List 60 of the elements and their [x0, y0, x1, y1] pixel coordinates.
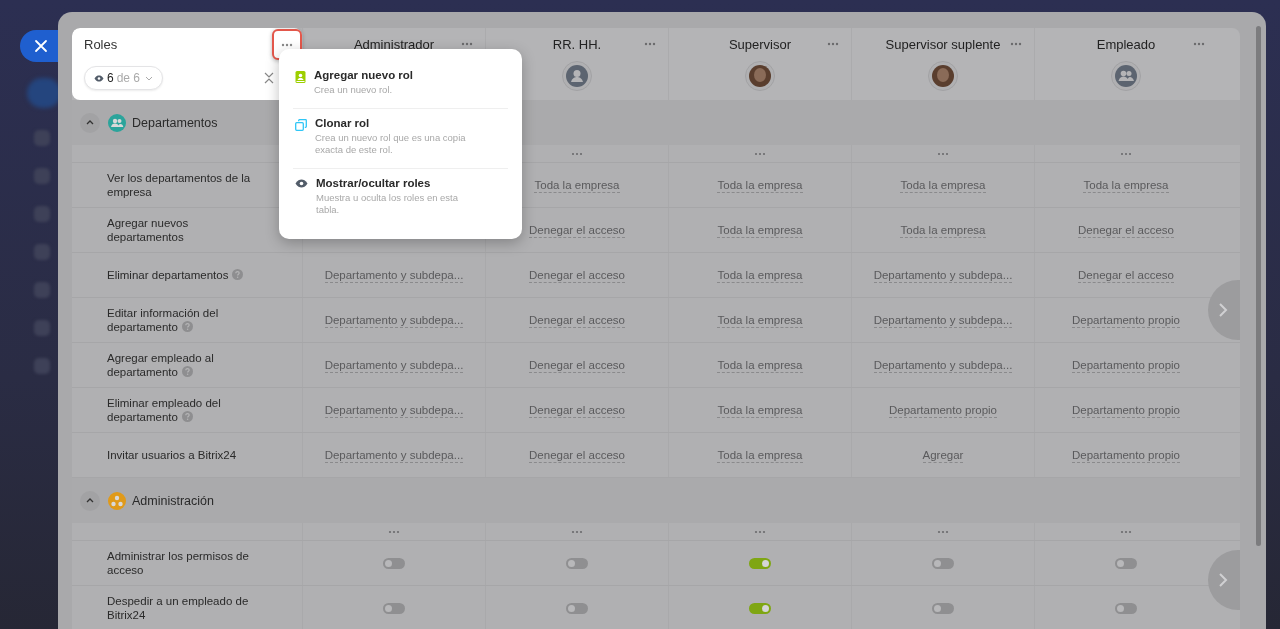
- menu-item-description: Crea un nuevo rol.: [314, 84, 394, 96]
- role-name: Supervisor suplente: [885, 36, 1001, 52]
- access-level-link[interactable]: Toda la empresa: [900, 222, 986, 238]
- access-level-link[interactable]: Denegar el acceso: [529, 312, 625, 328]
- role-name: Supervisor: [728, 36, 792, 52]
- access-level-link[interactable]: Denegar el acceso: [529, 447, 625, 463]
- menu-item-title: Mostrar/ocultar roles: [316, 177, 432, 189]
- roles-title: Roles: [84, 36, 118, 52]
- access-level-link[interactable]: Toda la empresa: [717, 222, 803, 238]
- permission-label: Eliminar empleado del departamento: [107, 396, 222, 424]
- permission-label: Agregar empleado al departamento: [107, 351, 215, 379]
- menu-item-title: Clonar rol: [315, 117, 371, 129]
- access-level-link[interactable]: Departamento y subdepa...: [873, 357, 1013, 373]
- access-level-link[interactable]: Agregar: [922, 447, 964, 463]
- access-level-link[interactable]: Denegar el acceso: [1078, 267, 1174, 283]
- permission-label: Agregar nuevos departamentos: [107, 216, 190, 244]
- access-level-link[interactable]: Denegar el acceso: [529, 357, 625, 373]
- access-level-link[interactable]: Departamento y subdepa...: [324, 357, 464, 373]
- access-level-link[interactable]: Departamento propio: [888, 402, 997, 418]
- access-level-link[interactable]: Toda la empresa: [900, 177, 986, 193]
- access-level-link[interactable]: Toda la empresa: [717, 177, 803, 193]
- permission-label: Invitar usuarios a Bitrix24: [107, 448, 238, 462]
- access-level-link[interactable]: Departamento y subdepa...: [324, 402, 464, 418]
- visible-roles-filter[interactable]: 6 de 6: [84, 66, 164, 90]
- access-level-link[interactable]: Departamento y subdepa...: [873, 312, 1013, 328]
- role-name: RR. HH.: [552, 36, 602, 52]
- permission-label: Eliminar departamentos: [107, 268, 267, 282]
- access-level-link[interactable]: Toda la empresa: [717, 267, 803, 283]
- access-level-link[interactable]: Denegar el acceso: [529, 267, 625, 283]
- access-level-link[interactable]: Toda la empresa: [1083, 177, 1169, 193]
- access-level-link[interactable]: Toda la empresa: [717, 447, 803, 463]
- menu-item-description: Crea un nuevo rol que es una copia exacta de este rol.: [315, 132, 467, 156]
- permission-label: Ver los departamentos de la empresa: [107, 171, 252, 199]
- access-level-link[interactable]: Toda la empresa: [717, 357, 803, 373]
- menu-item[interactable]: Mostrar/ocultar roles Muestra u oculta los roles en esta tabla.: [293, 169, 508, 228]
- permission-label: Editar información del departamento: [107, 306, 220, 334]
- access-level-link[interactable]: Departamento propio: [1071, 357, 1180, 373]
- access-level-link[interactable]: Toda la empresa: [534, 177, 620, 193]
- menu-item-title: Agregar nuevo rol: [314, 69, 415, 81]
- section-title: Departamentos: [132, 115, 218, 130]
- menu-item-description: Muestra u oculta los roles en esta tabla.: [316, 192, 460, 216]
- access-level-link[interactable]: Departamento y subdepa...: [324, 447, 464, 463]
- access-level-link[interactable]: Departamento y subdepa...: [324, 267, 464, 283]
- access-level-link[interactable]: Departamento y subdepa...: [324, 312, 464, 328]
- access-level-link[interactable]: Toda la empresa: [717, 312, 803, 328]
- access-level-link[interactable]: Toda la empresa: [717, 402, 803, 418]
- access-level-link[interactable]: Departamento propio: [1071, 312, 1180, 328]
- access-level-link[interactable]: Denegar el acceso: [529, 222, 625, 238]
- menu-item[interactable]: Clonar rol Crea un nuevo rol que es una copia exacta de este rol.: [293, 109, 508, 169]
- access-level-link[interactable]: Departamento propio: [1071, 447, 1180, 463]
- access-level-link[interactable]: Departamento propio: [1071, 402, 1180, 418]
- section-title: Administración: [132, 493, 214, 508]
- access-level-link[interactable]: Denegar el acceso: [529, 402, 625, 418]
- role-name: Empleado: [1096, 36, 1156, 52]
- menu-item[interactable]: Agregar nuevo rol Crea un nuevo rol.: [293, 61, 508, 109]
- role-name: Administrador: [353, 36, 435, 52]
- permission-label: Administrar los permisos de acceso: [107, 549, 250, 577]
- access-level-link[interactable]: Denegar el acceso: [1078, 222, 1174, 238]
- access-level-link[interactable]: Departamento y subdepa...: [873, 267, 1013, 283]
- permission-label: Despedir a un empleado de Bitrix24: [107, 594, 250, 622]
